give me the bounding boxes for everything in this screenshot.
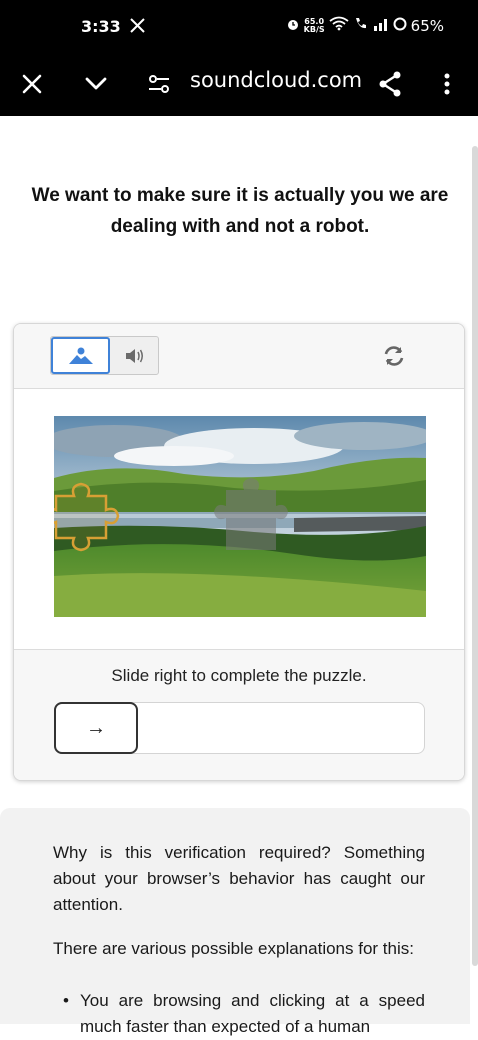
- wifi-icon: [329, 16, 349, 35]
- site-settings-button[interactable]: [141, 66, 177, 102]
- captcha-widget: Slide right to complete the puzzle. →: [13, 323, 465, 781]
- wifi-calling-icon: [353, 16, 369, 35]
- explanations-list: You are browsing and clicking at a speed…: [53, 988, 425, 1040]
- audio-mode-button[interactable]: [112, 337, 158, 374]
- scrollbar-thumb[interactable]: [472, 146, 478, 966]
- verification-info-panel: Why is this verification required? Somet…: [0, 808, 470, 1036]
- refresh-icon: [384, 346, 404, 366]
- speaker-icon: [126, 348, 143, 363]
- status-bar: 3:33 65.0 KB/S 65%: [0, 0, 478, 52]
- arrow-right-icon: →: [86, 716, 106, 739]
- more-vert-icon: [444, 73, 450, 95]
- signal-icon: [373, 17, 389, 35]
- info-paragraph-explanations: There are various possible explanations …: [53, 939, 414, 958]
- battery-level: 65%: [410, 16, 444, 35]
- refresh-captcha-button[interactable]: [380, 342, 408, 370]
- alarm-icon: [286, 17, 300, 35]
- list-item: You are browsing and clicking at a speed…: [53, 988, 425, 1040]
- chevron-down-icon: [85, 77, 107, 90]
- page-heading: We want to make sure it is actually you …: [31, 185, 449, 237]
- status-time: 3:33: [81, 17, 121, 36]
- slide-instruction: Slide right to complete the puzzle.: [111, 666, 367, 685]
- status-icons: 65.0 KB/S 65%: [286, 16, 444, 35]
- x-app-icon: [130, 18, 145, 38]
- image-mode-button[interactable]: [51, 337, 110, 374]
- close-icon: [22, 74, 42, 94]
- page-scrollbar[interactable]: [470, 116, 478, 1024]
- share-icon: [379, 71, 401, 97]
- share-button[interactable]: [372, 66, 408, 102]
- minimize-button[interactable]: [78, 66, 114, 102]
- info-paragraph-why: Why is this verification required? Somet…: [53, 843, 425, 914]
- image-icon: [68, 347, 93, 364]
- network-speed: 65.0 KB/S: [303, 17, 325, 34]
- url-display[interactable]: soundcloud.com: [190, 68, 362, 92]
- puzzle-image: [54, 416, 426, 617]
- browser-toolbar: soundcloud.com: [0, 52, 478, 116]
- more-options-button[interactable]: [429, 66, 465, 102]
- landscape-picture: [54, 416, 426, 617]
- close-tab-button[interactable]: [14, 66, 50, 102]
- battery-icon: [393, 17, 407, 35]
- captcha-mode-switcher: [50, 336, 159, 375]
- captcha-header: [14, 324, 464, 389]
- network-speed-unit: KB/S: [303, 24, 325, 34]
- tune-icon: [149, 75, 169, 93]
- slider-handle[interactable]: →: [54, 702, 138, 754]
